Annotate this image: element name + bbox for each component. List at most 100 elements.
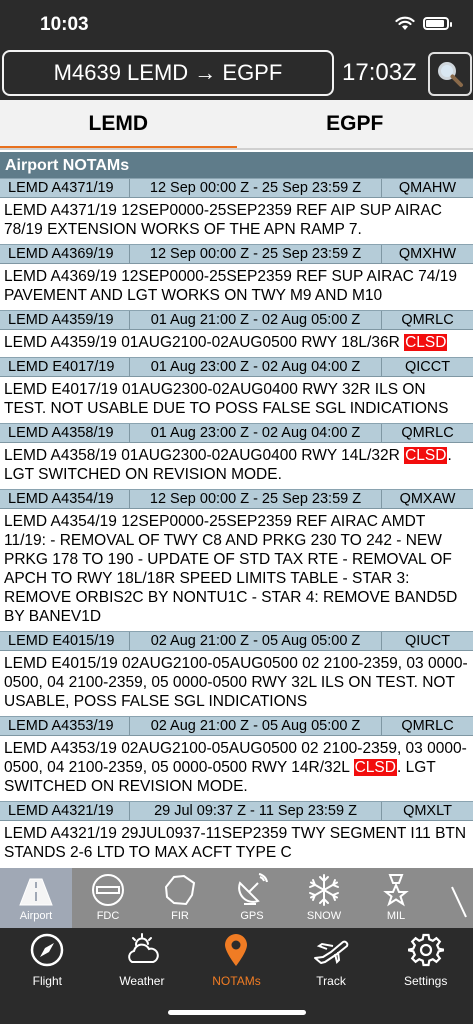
notam-period: 12 Sep 00:00 Z - 25 Sep 23:59 Z [130,490,382,508]
category-label: Airport [19,910,53,922]
notam-header[interactable]: LEMD A4353/19 02 Aug 21:00 Z - 05 Aug 05:… [0,716,473,736]
category-label: SNOW [306,910,342,922]
tab-label: Flight [32,974,62,988]
notam-text-segment: LEMD E4017/19 01AUG2300-02AUG0400 RWY 32… [4,381,449,417]
tab-label: NOTAMs [212,974,261,988]
header: M4639 LEMD → EGPF 17:03Z [0,48,473,100]
category-more[interactable] [432,868,473,928]
notam-text-segment: LEMD A4371/19 12SEP0000-25SEP2359 REF AI… [4,202,443,238]
notam-id: LEMD E4015/19 [0,632,130,650]
category-bar: Airport FDC FIR GPS SNOW MIL [0,868,473,928]
notam-id: LEMD A4369/19 [0,245,130,263]
route-selector[interactable]: M4639 LEMD → EGPF [2,50,334,96]
notam-text: LEMD A4371/19 12SEP0000-25SEP2359 REF AI… [0,198,473,244]
notam-code: QMAHW [398,180,457,196]
notam-text-segment: LEMD A4321/19 29JUL0937-11SEP2359 TWY SE… [4,825,467,861]
notam-header[interactable]: LEMD E4015/19 02 Aug 21:00 Z - 05 Aug 05:… [0,631,473,651]
notam-text: LEMD A4353/19 02AUG2100-05AUG0500 02 210… [0,736,473,801]
notam-period: 12 Sep 00:00 Z - 25 Sep 23:59 Z [130,179,382,197]
home-indicator [168,1010,306,1015]
airplane-icon [314,940,349,964]
snowflake-icon [309,874,339,906]
notam-id: LEMD A4371/19 [0,179,130,197]
fir-region-icon [164,874,196,906]
notam-text: LEMD E4017/19 01AUG2300-02AUG0400 RWY 32… [0,377,473,423]
category-mil[interactable]: MIL [360,868,432,928]
location-pin-icon [225,934,248,966]
notam-id: LEMD A4321/19 [0,802,130,820]
notam-period: 01 Aug 21:00 Z - 02 Aug 05:00 Z [130,311,382,329]
notam-text-segment: LEMD E4015/19 02AUG2100-05AUG0500 02 210… [4,655,468,710]
notam-text-segment: LEMD A4369/19 12SEP0000-25SEP2359 REF SU… [4,268,457,304]
category-gps[interactable]: GPS [216,868,288,928]
notam-header[interactable]: LEMD A4354/19 12 Sep 00:00 Z - 25 Sep 23:… [0,489,473,509]
tab-lemd[interactable]: LEMD [0,100,237,150]
notam-id: LEMD E4017/19 [0,358,130,376]
notam-code: QICCT [404,359,451,375]
status-time: 10:03 [40,14,89,35]
utc-clock: 17:03Z [342,59,417,86]
weather-icon [128,933,159,963]
notam-header[interactable]: LEMD E4017/19 01 Aug 23:00 Z - 02 Aug 04:… [0,357,473,377]
notam-header[interactable]: LEMD A4321/19 29 Jul 09:37 Z - 11 Sep 23:… [0,801,473,821]
notam-text-segment: LEMD A4359/19 01AUG2100-02AUG0500 RWY 18… [4,334,405,351]
notam-text: LEMD A4358/19 01AUG2300-02AUG0400 RWY 14… [0,443,473,489]
runway-icon [19,878,53,906]
compass-icon [31,933,64,967]
wifi-icon [395,16,415,30]
status-bar: 10:03 [0,0,473,48]
search-button[interactable] [428,52,472,96]
battery-icon [423,17,452,30]
notam-period: 01 Aug 23:00 Z - 02 Aug 04:00 Z [130,424,382,442]
notam-text-segment: LEMD A4354/19 12SEP0000-25SEP2359 REF AI… [4,513,458,625]
notam-list[interactable]: LEMD A4371/19 12 Sep 00:00 Z - 25 Sep 23:… [0,178,473,868]
category-fdc[interactable]: FDC [72,868,144,928]
notam-id: LEMD A4353/19 [0,717,130,735]
category-snow[interactable]: SNOW [288,868,360,928]
gear-icon [407,933,444,967]
notam-period: 29 Jul 09:37 Z - 11 Sep 23:59 Z [130,802,382,820]
notam-code: QMRLC [401,718,454,734]
satellite-dish-icon [238,873,268,905]
category-fir[interactable]: FIR [144,868,216,928]
status-icons [395,16,452,31]
tab-label: Weather [119,974,165,988]
notam-code: QMRLC [401,312,454,328]
notam-text: LEMD E4015/19 02AUG2100-05AUG0500 02 210… [0,651,473,716]
notam-header[interactable]: LEMD A4358/19 01 Aug 23:00 Z - 02 Aug 04:… [0,423,473,443]
clsd-badge: CLSD [404,334,448,351]
notam-text: LEMD A4321/19 29JUL0937-11SEP2359 TWY SE… [0,821,473,867]
notam-period: 02 Aug 21:00 Z - 05 Aug 05:00 Z [130,717,382,735]
magnifier-icon [438,62,463,87]
notam-header[interactable]: LEMD A4369/19 12 Sep 00:00 Z - 25 Sep 23:… [0,244,473,264]
tab-label: Track [316,974,346,988]
notam-code: QMRLC [401,425,454,441]
notam-period: 12 Sep 00:00 Z - 25 Sep 23:59 Z [130,245,382,263]
notam-code: QMXHW [398,246,457,262]
no-entry-icon [92,874,124,906]
notam-id: LEMD A4358/19 [0,424,130,442]
notam-id: LEMD A4359/19 [0,311,130,329]
tab-settings[interactable]: Settings [378,928,473,1024]
notam-header[interactable]: LEMD A4359/19 01 Aug 21:00 Z - 02 Aug 05:… [0,310,473,330]
category-airport[interactable]: Airport [0,868,72,928]
partial-category-icon [450,886,467,918]
clsd-badge: CLSD [353,759,397,776]
clsd-badge: CLSD [404,447,448,464]
notam-header[interactable]: LEMD A4371/19 12 Sep 00:00 Z - 25 Sep 23:… [0,178,473,198]
notam-code: QMXAW [399,491,456,507]
category-label: FIR [171,910,189,922]
notam-period: 01 Aug 23:00 Z - 02 Aug 04:00 Z [130,358,382,376]
notam-text-segment: LEMD A4358/19 01AUG2300-02AUG0400 RWY 14… [4,447,405,464]
notam-text: LEMD A4354/19 12SEP0000-25SEP2359 REF AI… [0,509,473,631]
section-title: Airport NOTAMs [0,152,473,178]
tab-label: Settings [403,974,448,988]
notam-period: 02 Aug 21:00 Z - 05 Aug 05:00 Z [130,632,382,650]
tab-egpf[interactable]: EGPF [237,100,473,148]
tab-flight[interactable]: Flight [0,928,95,1024]
tab-divider [0,148,473,150]
notam-text: LEMD A4369/19 12SEP0000-25SEP2359 REF SU… [0,264,473,310]
category-label: MIL [386,910,406,922]
notam-code: QIUCT [404,633,451,649]
category-label: FDC [96,910,120,922]
